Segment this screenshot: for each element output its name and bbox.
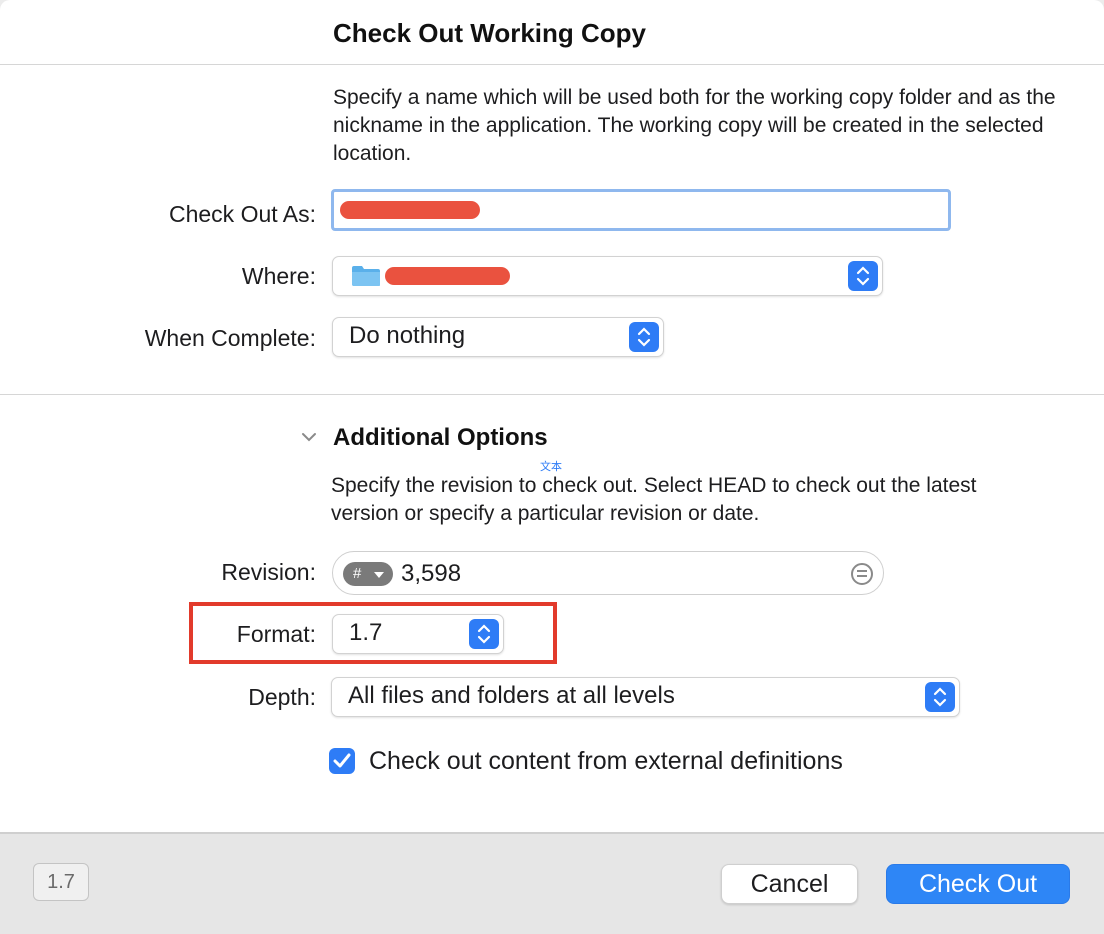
depth-stepper-icon (925, 682, 955, 712)
revision-field[interactable]: # 3,598 (332, 551, 884, 595)
cancel-button[interactable]: Cancel (721, 864, 858, 904)
depth-label: Depth: (248, 684, 316, 710)
where-label: Where: (241, 263, 316, 289)
version-badge: 1.7 (33, 863, 89, 901)
hash-icon: # (353, 565, 362, 582)
depth-value: All files and folders at all levels (348, 682, 675, 709)
check-out-as-label: Check Out As: (168, 201, 316, 227)
when-complete-popup[interactable]: Do nothing (332, 317, 664, 357)
checkout-dialog: Check Out Working Copy Specify a name wh… (0, 0, 1104, 934)
depth-popup[interactable]: All files and folders at all levels (331, 677, 960, 717)
when-complete-value: Do nothing (349, 322, 466, 349)
redacted-location (385, 267, 510, 285)
when-complete-stepper-icon (629, 322, 659, 352)
checkmark-icon (333, 753, 351, 768)
dialog-title: Check Out Working Copy (333, 18, 646, 48)
additional-options-title[interactable]: Additional Options (333, 424, 548, 452)
revision-label: Revision: (221, 559, 316, 585)
redacted-name (340, 201, 480, 219)
check-out-button[interactable]: Check Out (886, 864, 1070, 904)
title-divider (0, 64, 1104, 65)
section-divider (0, 394, 1104, 395)
external-definitions-checkbox[interactable] (329, 748, 355, 774)
revision-menu-icon[interactable] (851, 563, 873, 585)
dialog-footer: 1.7 Cancel Check Out (0, 832, 1104, 934)
revision-type-menu[interactable]: # (343, 562, 393, 586)
where-popup[interactable] (332, 256, 883, 296)
disclosure-chevron-icon[interactable] (300, 430, 318, 444)
external-definitions-label[interactable]: Check out content from external definiti… (369, 747, 843, 776)
revision-value: 3,598 (401, 560, 462, 587)
additional-description: Specify the revision to check out. Selec… (331, 474, 977, 525)
folder-icon (352, 266, 380, 286)
when-complete-label: When Complete: (144, 325, 316, 351)
dialog-description: Specify a name which will be used both f… (333, 86, 1056, 165)
where-stepper-icon (848, 261, 878, 291)
check-out-as-field[interactable] (331, 189, 951, 231)
dropdown-triangle-icon (374, 572, 384, 578)
format-highlight-annotation (189, 602, 557, 664)
